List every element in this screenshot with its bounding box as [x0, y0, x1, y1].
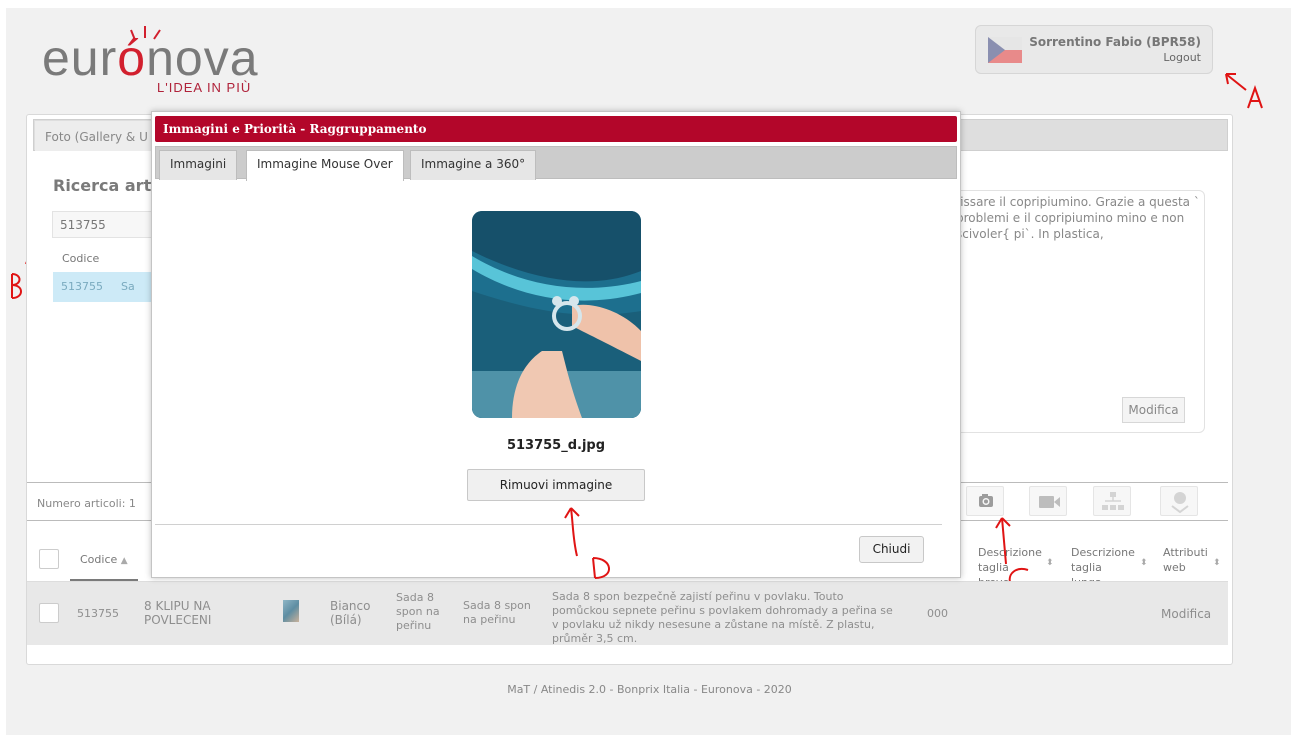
modal-divider	[155, 524, 942, 525]
hierarchy-button[interactable]	[1093, 486, 1131, 516]
logout-link[interactable]: Logout	[1163, 51, 1201, 64]
result-code: 513755	[61, 280, 103, 293]
annotation-label-b: B	[8, 266, 9, 267]
cell-attributi-link[interactable]: Modifica	[1161, 607, 1211, 621]
annotation-label-a: A	[1265, 96, 1266, 97]
column-header-codice[interactable]: Codice ▲	[80, 552, 128, 569]
tab-immagine-360[interactable]: Immagine a 360°	[410, 150, 537, 180]
article-count: Numero articoli: 1	[37, 497, 136, 510]
brand-tagline: L'IDEA IN PIÙ	[157, 80, 252, 95]
annotation-arrow-d	[564, 507, 610, 579]
tab-foto-gallery[interactable]: Foto (Gallery & U	[35, 121, 160, 151]
download-icon	[1171, 492, 1189, 514]
page-footer: MaT / Atinedis 2.0 - Bonprix Italia - Eu…	[507, 683, 792, 696]
modal-title: Immagini e Priorità - Raggruppamento	[155, 116, 957, 142]
column-header-attributi-web[interactable]: Attributi web	[1163, 545, 1211, 575]
cell-codice: 513755	[77, 607, 119, 620]
cell-colore: Bianco (Bílá)	[330, 599, 371, 627]
annotation-arrow-a	[1225, 73, 1263, 109]
user-box: Sorrentino Fabio (BPR58) Logout	[975, 25, 1213, 74]
result-description: Sa	[121, 280, 135, 293]
hierarchy-icon	[1102, 492, 1124, 510]
cell-descrizione-breve: Sada 8 spon na peřinu	[396, 591, 440, 632]
search-input[interactable]: 513755	[52, 211, 162, 238]
brand-logo[interactable]: eurónova	[42, 28, 259, 88]
product-image-preview[interactable]	[472, 211, 641, 418]
cell-descrizione-media: Sada 8 spon na peřinu	[463, 599, 531, 626]
modifica-button[interactable]: Modifica	[1122, 397, 1185, 423]
cell-nome: 8 KLIPU NA POVLECENI	[144, 599, 212, 627]
search-result-row[interactable]: 513755 Sa	[53, 272, 163, 302]
tab-immagini[interactable]: Immagini	[159, 150, 238, 180]
logo-prefix: eur	[42, 30, 118, 86]
sort-asc-icon: ▲	[120, 556, 128, 566]
sort-both-icon: ⬍	[1140, 558, 1148, 568]
result-column-header: Codice	[62, 252, 100, 265]
close-button[interactable]: Chiudi	[859, 536, 924, 563]
cell-taglia: 000	[927, 607, 948, 620]
column-header-label: Codice	[80, 553, 118, 566]
search-title: Ricerca art	[53, 176, 152, 195]
logo-suffix: nova	[146, 30, 259, 86]
tab-immagine-mouse-over[interactable]: Immagine Mouse Over	[246, 150, 404, 181]
row-thumbnail[interactable]	[283, 600, 299, 622]
cell-descrizione-lunga: Sada 8 spon bezpečně zajistí peřinu v po…	[552, 590, 893, 645]
modal-tab-bar: Immagini Immagine Mouse Over Immagine a …	[155, 146, 957, 181]
user-name: Sorrentino Fabio (BPR58)	[1029, 35, 1201, 49]
annotation-label-d: D	[598, 564, 599, 565]
sort-both-icon: ⬍	[1213, 558, 1221, 568]
description-text: fissare il copripiumino. Grazie a questa…	[956, 195, 1200, 241]
remove-image-button[interactable]: Rimuovi immagine	[467, 469, 645, 501]
row-checkbox[interactable]	[39, 603, 59, 623]
image-filename: 513755_d.jpg	[506, 438, 606, 453]
logo-accent: ó	[117, 30, 147, 86]
sort-both-icon: ⬍	[1046, 558, 1054, 568]
select-all-checkbox[interactable]	[39, 549, 59, 569]
czech-flag-icon	[988, 37, 1022, 63]
download-button[interactable]	[1160, 486, 1198, 516]
